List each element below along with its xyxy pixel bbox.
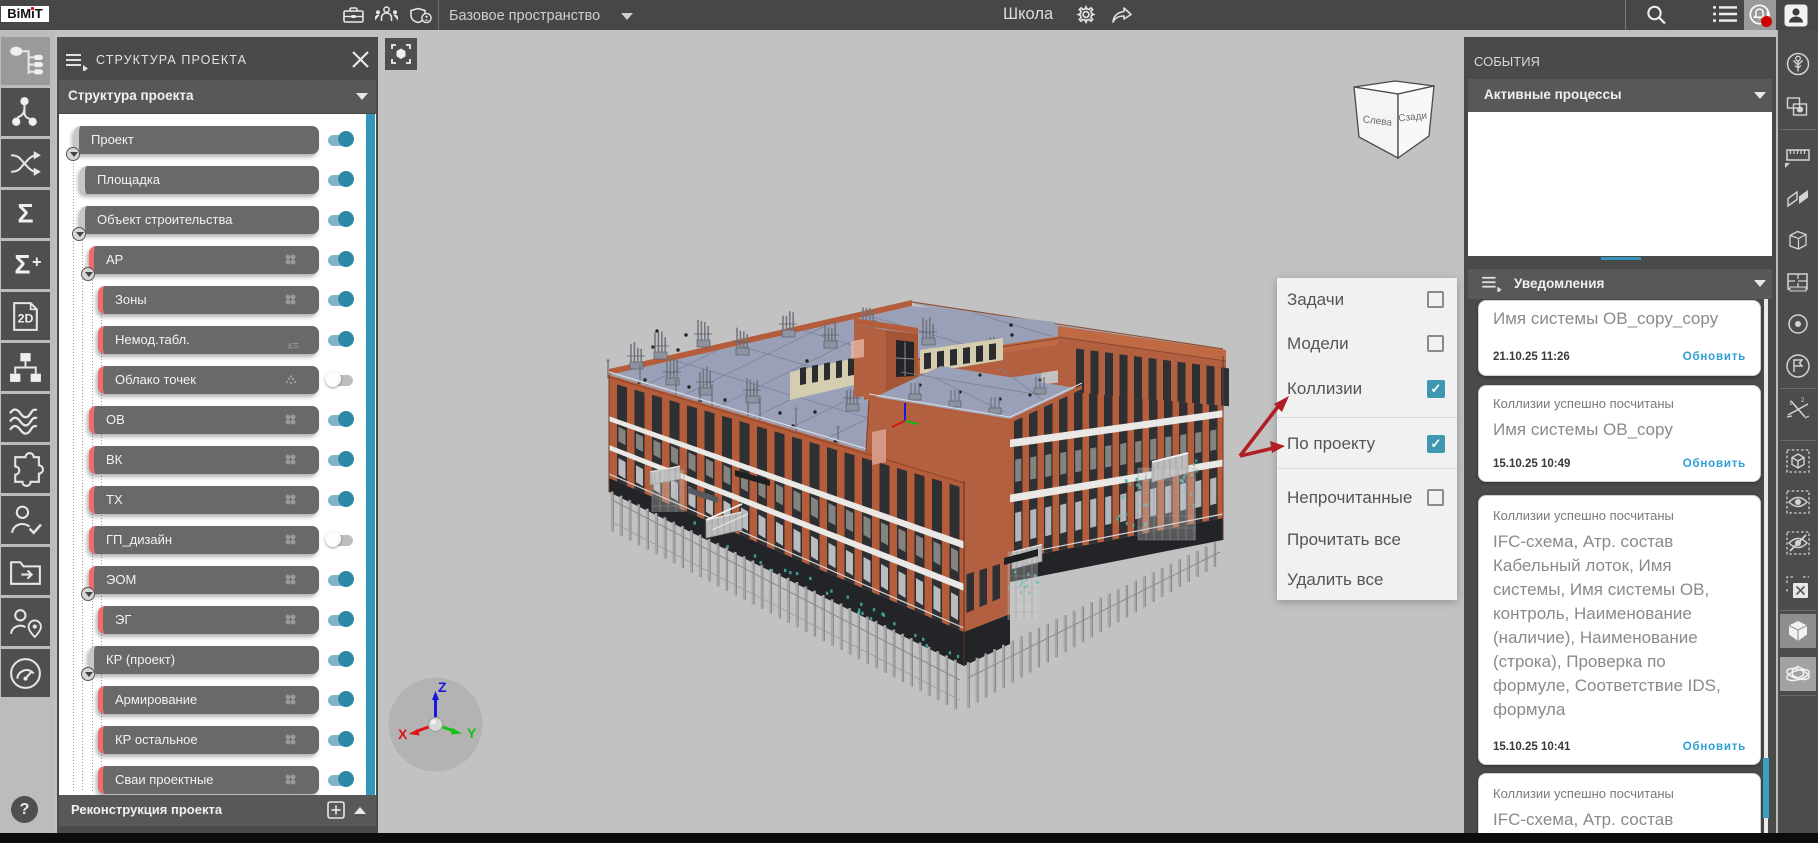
svg-text:+: + [32, 254, 42, 272]
svg-text:Σ: Σ [17, 199, 33, 229]
svg-text:2D: 2D [18, 312, 34, 326]
svg-text:X: X [398, 726, 408, 742]
svg-text:Z: Z [438, 679, 447, 695]
svg-text:2: 2 [1801, 398, 1805, 404]
svg-text:Σ: Σ [14, 250, 30, 280]
svg-text:Y: Y [467, 725, 477, 741]
